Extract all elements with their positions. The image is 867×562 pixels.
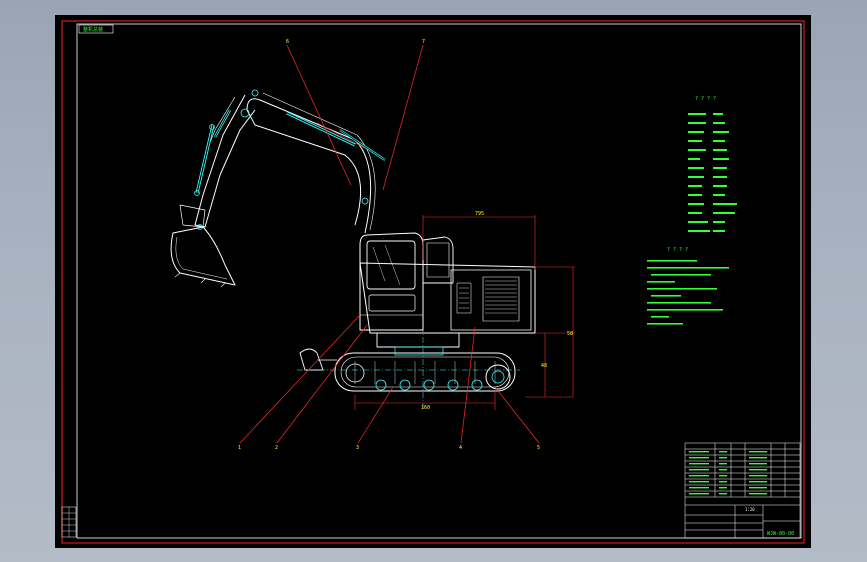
slewing-ring [376, 332, 460, 348]
dim-height-a: 58 [567, 331, 573, 337]
dim-cab-width: 795 [475, 211, 484, 217]
boom-arm [240, 89, 386, 234]
dimension-lines [354, 215, 575, 410]
excavator-drawing [170, 89, 536, 410]
callout-5: 5 [537, 445, 540, 451]
operator-cab [359, 232, 454, 331]
technical-notes: ? ? ? ? [647, 247, 729, 325]
title-tag-text: 整机总装 [83, 26, 103, 33]
tech-params-heading: ? ? ? ? [695, 96, 716, 102]
revision-strip [61, 506, 77, 538]
cad-drawing-canvas: 整机总装 795 58 48 160 6 7 1 2 3 4 5 ? ? ? ?… [61, 20, 805, 544]
callout-4: 4 [459, 445, 462, 451]
cad-drawing-viewport[interactable]: 整机总装 795 58 48 160 6 7 1 2 3 4 5 ? ? ? ?… [55, 15, 811, 548]
callout-1: 1 [238, 445, 241, 451]
track-assembly [297, 315, 520, 410]
callout-3: 3 [356, 445, 359, 451]
notes-heading: ? ? ? ? [667, 247, 688, 253]
title-block-scale: 1:20 [745, 507, 755, 512]
callout-7: 7 [422, 39, 425, 45]
upper-structure [359, 262, 536, 334]
outer-frame [61, 20, 805, 544]
callout-2: 2 [275, 445, 278, 451]
dim-track-length: 160 [421, 405, 430, 411]
dim-height-b: 48 [541, 363, 547, 369]
parts-list-fill [689, 451, 767, 495]
bucket [170, 226, 236, 288]
stick-arm [179, 94, 256, 230]
callout-leaders [239, 44, 540, 444]
callout-6: 6 [286, 39, 289, 45]
tech-params-table: ? ? ? ? [688, 96, 737, 232]
title-block-code: WJW-80-00 [767, 531, 794, 537]
